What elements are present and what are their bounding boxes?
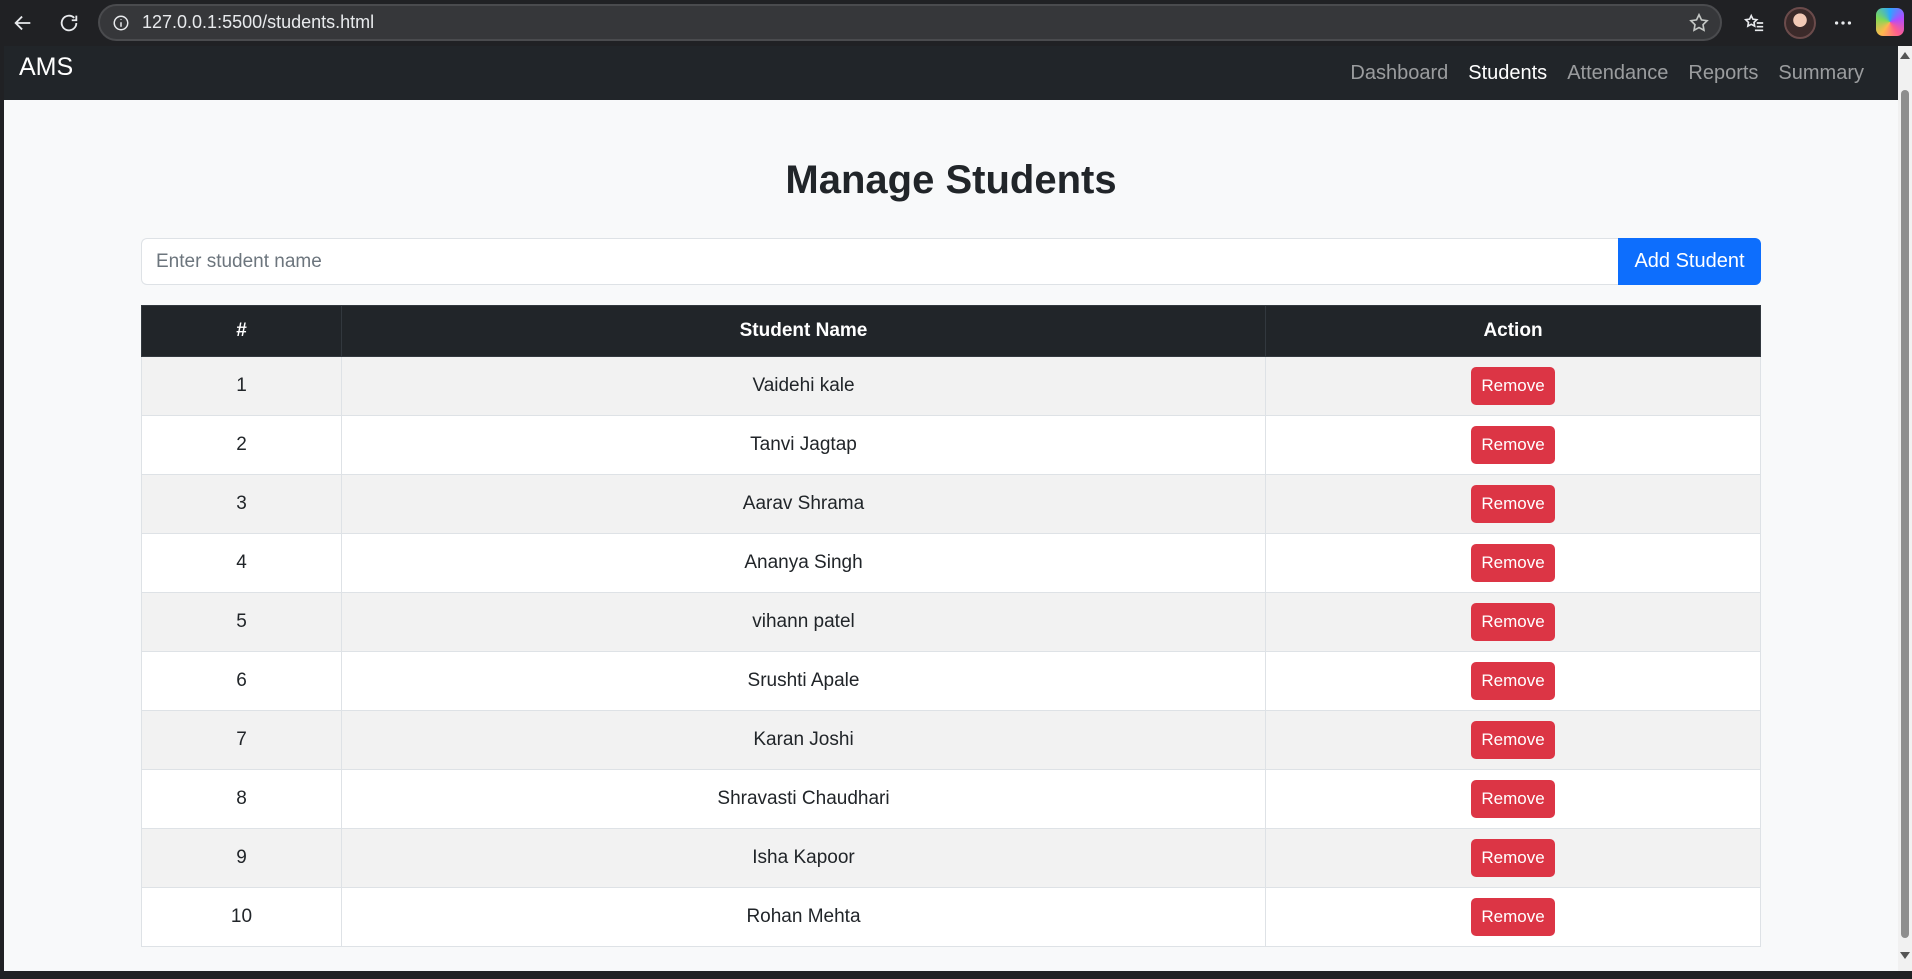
table-row: 9 Isha Kapoor Remove — [141, 828, 1761, 888]
page-title: Manage Students — [785, 158, 1117, 202]
header-action: Action — [1265, 305, 1761, 357]
table-row: 10 Rohan Mehta Remove — [141, 887, 1761, 947]
table-row: 1 Vaidehi kale Remove — [141, 356, 1761, 416]
student-name: Vaidehi kale — [341, 356, 1266, 416]
browser-toolbar: 127.0.0.1:5500/students.html — [0, 0, 1912, 46]
remove-button[interactable]: Remove — [1471, 485, 1555, 523]
site-info-icon[interactable] — [110, 12, 132, 34]
remove-button[interactable]: Remove — [1471, 426, 1555, 464]
student-name: Rohan Mehta — [341, 887, 1266, 947]
student-name: Tanvi Jagtap — [341, 415, 1266, 475]
table-row: 8 Shravasti Chaudhari Remove — [141, 769, 1761, 829]
address-bar[interactable]: 127.0.0.1:5500/students.html — [98, 4, 1722, 41]
row-number: 1 — [141, 356, 342, 416]
profile-avatar[interactable] — [1784, 7, 1816, 39]
student-name: vihann patel — [341, 592, 1266, 652]
page-viewport: AMS Dashboard Students Attendance Report… — [4, 46, 1898, 971]
student-name: Aarav Shrama — [341, 474, 1266, 534]
scroll-thumb[interactable] — [1901, 90, 1909, 938]
favorites-icon[interactable] — [1737, 6, 1771, 40]
student-name: Shravasti Chaudhari — [341, 769, 1266, 829]
navbar-brand[interactable]: AMS — [19, 53, 73, 82]
row-number: 8 — [141, 769, 342, 829]
student-name: Karan Joshi — [341, 710, 1266, 770]
scroll-down-arrow-icon[interactable] — [1900, 952, 1910, 959]
remove-button[interactable]: Remove — [1471, 839, 1555, 877]
action-cell: Remove — [1265, 533, 1761, 593]
add-student-form: Add Student — [141, 238, 1761, 285]
remove-button[interactable]: Remove — [1471, 721, 1555, 759]
row-number: 6 — [141, 651, 342, 711]
remove-button[interactable]: Remove — [1471, 662, 1555, 700]
table-row: 7 Karan Joshi Remove — [141, 710, 1761, 770]
navbar: AMS Dashboard Students Attendance Report… — [4, 46, 1898, 100]
nav-link-reports[interactable]: Reports — [1678, 62, 1768, 85]
nav-link-summary[interactable]: Summary — [1768, 62, 1874, 85]
action-cell: Remove — [1265, 887, 1761, 947]
student-name: Isha Kapoor — [341, 828, 1266, 888]
students-table: # Student Name Action 1 Vaidehi kale Rem… — [141, 305, 1761, 947]
row-number: 2 — [141, 415, 342, 475]
nav-link-students[interactable]: Students — [1458, 62, 1557, 85]
back-icon[interactable] — [6, 6, 40, 40]
remove-button[interactable]: Remove — [1471, 544, 1555, 582]
scroll-up-arrow-icon[interactable] — [1900, 52, 1910, 59]
action-cell: Remove — [1265, 356, 1761, 416]
row-number: 4 — [141, 533, 342, 593]
row-number: 5 — [141, 592, 342, 652]
action-cell: Remove — [1265, 828, 1761, 888]
student-name: Srushti Apale — [341, 651, 1266, 711]
nav-link-dashboard[interactable]: Dashboard — [1340, 62, 1458, 85]
student-name: Ananya Singh — [341, 533, 1266, 593]
action-cell: Remove — [1265, 592, 1761, 652]
more-icon[interactable] — [1826, 6, 1860, 40]
copilot-icon[interactable] — [1876, 8, 1904, 36]
table-row: 5 vihann patel Remove — [141, 592, 1761, 652]
action-cell: Remove — [1265, 769, 1761, 829]
add-student-button[interactable]: Add Student — [1618, 238, 1761, 285]
header-number: # — [141, 305, 342, 357]
row-number: 9 — [141, 828, 342, 888]
action-cell: Remove — [1265, 651, 1761, 711]
action-cell: Remove — [1265, 710, 1761, 770]
url-text[interactable]: 127.0.0.1:5500/students.html — [142, 12, 374, 33]
page-scrollbar[interactable] — [1898, 46, 1912, 971]
favorite-star-icon[interactable] — [1688, 12, 1710, 34]
reload-icon[interactable] — [52, 6, 86, 40]
row-number: 3 — [141, 474, 342, 534]
table-row: 6 Srushti Apale Remove — [141, 651, 1761, 711]
table-row: 3 Aarav Shrama Remove — [141, 474, 1761, 534]
header-student-name: Student Name — [341, 305, 1266, 357]
remove-button[interactable]: Remove — [1471, 898, 1555, 936]
action-cell: Remove — [1265, 415, 1761, 475]
remove-button[interactable]: Remove — [1471, 603, 1555, 641]
row-number: 7 — [141, 710, 342, 770]
student-name-input[interactable] — [141, 238, 1618, 285]
nav-link-attendance[interactable]: Attendance — [1557, 62, 1678, 85]
table-header-row: # Student Name Action — [141, 305, 1761, 357]
remove-button[interactable]: Remove — [1471, 780, 1555, 818]
table-row: 2 Tanvi Jagtap Remove — [141, 415, 1761, 475]
nav-links: Dashboard Students Attendance Reports Su… — [1340, 46, 1874, 100]
row-number: 10 — [141, 887, 342, 947]
table-row: 4 Ananya Singh Remove — [141, 533, 1761, 593]
action-cell: Remove — [1265, 474, 1761, 534]
remove-button[interactable]: Remove — [1471, 367, 1555, 405]
window-bottom-edge — [0, 971, 1912, 979]
